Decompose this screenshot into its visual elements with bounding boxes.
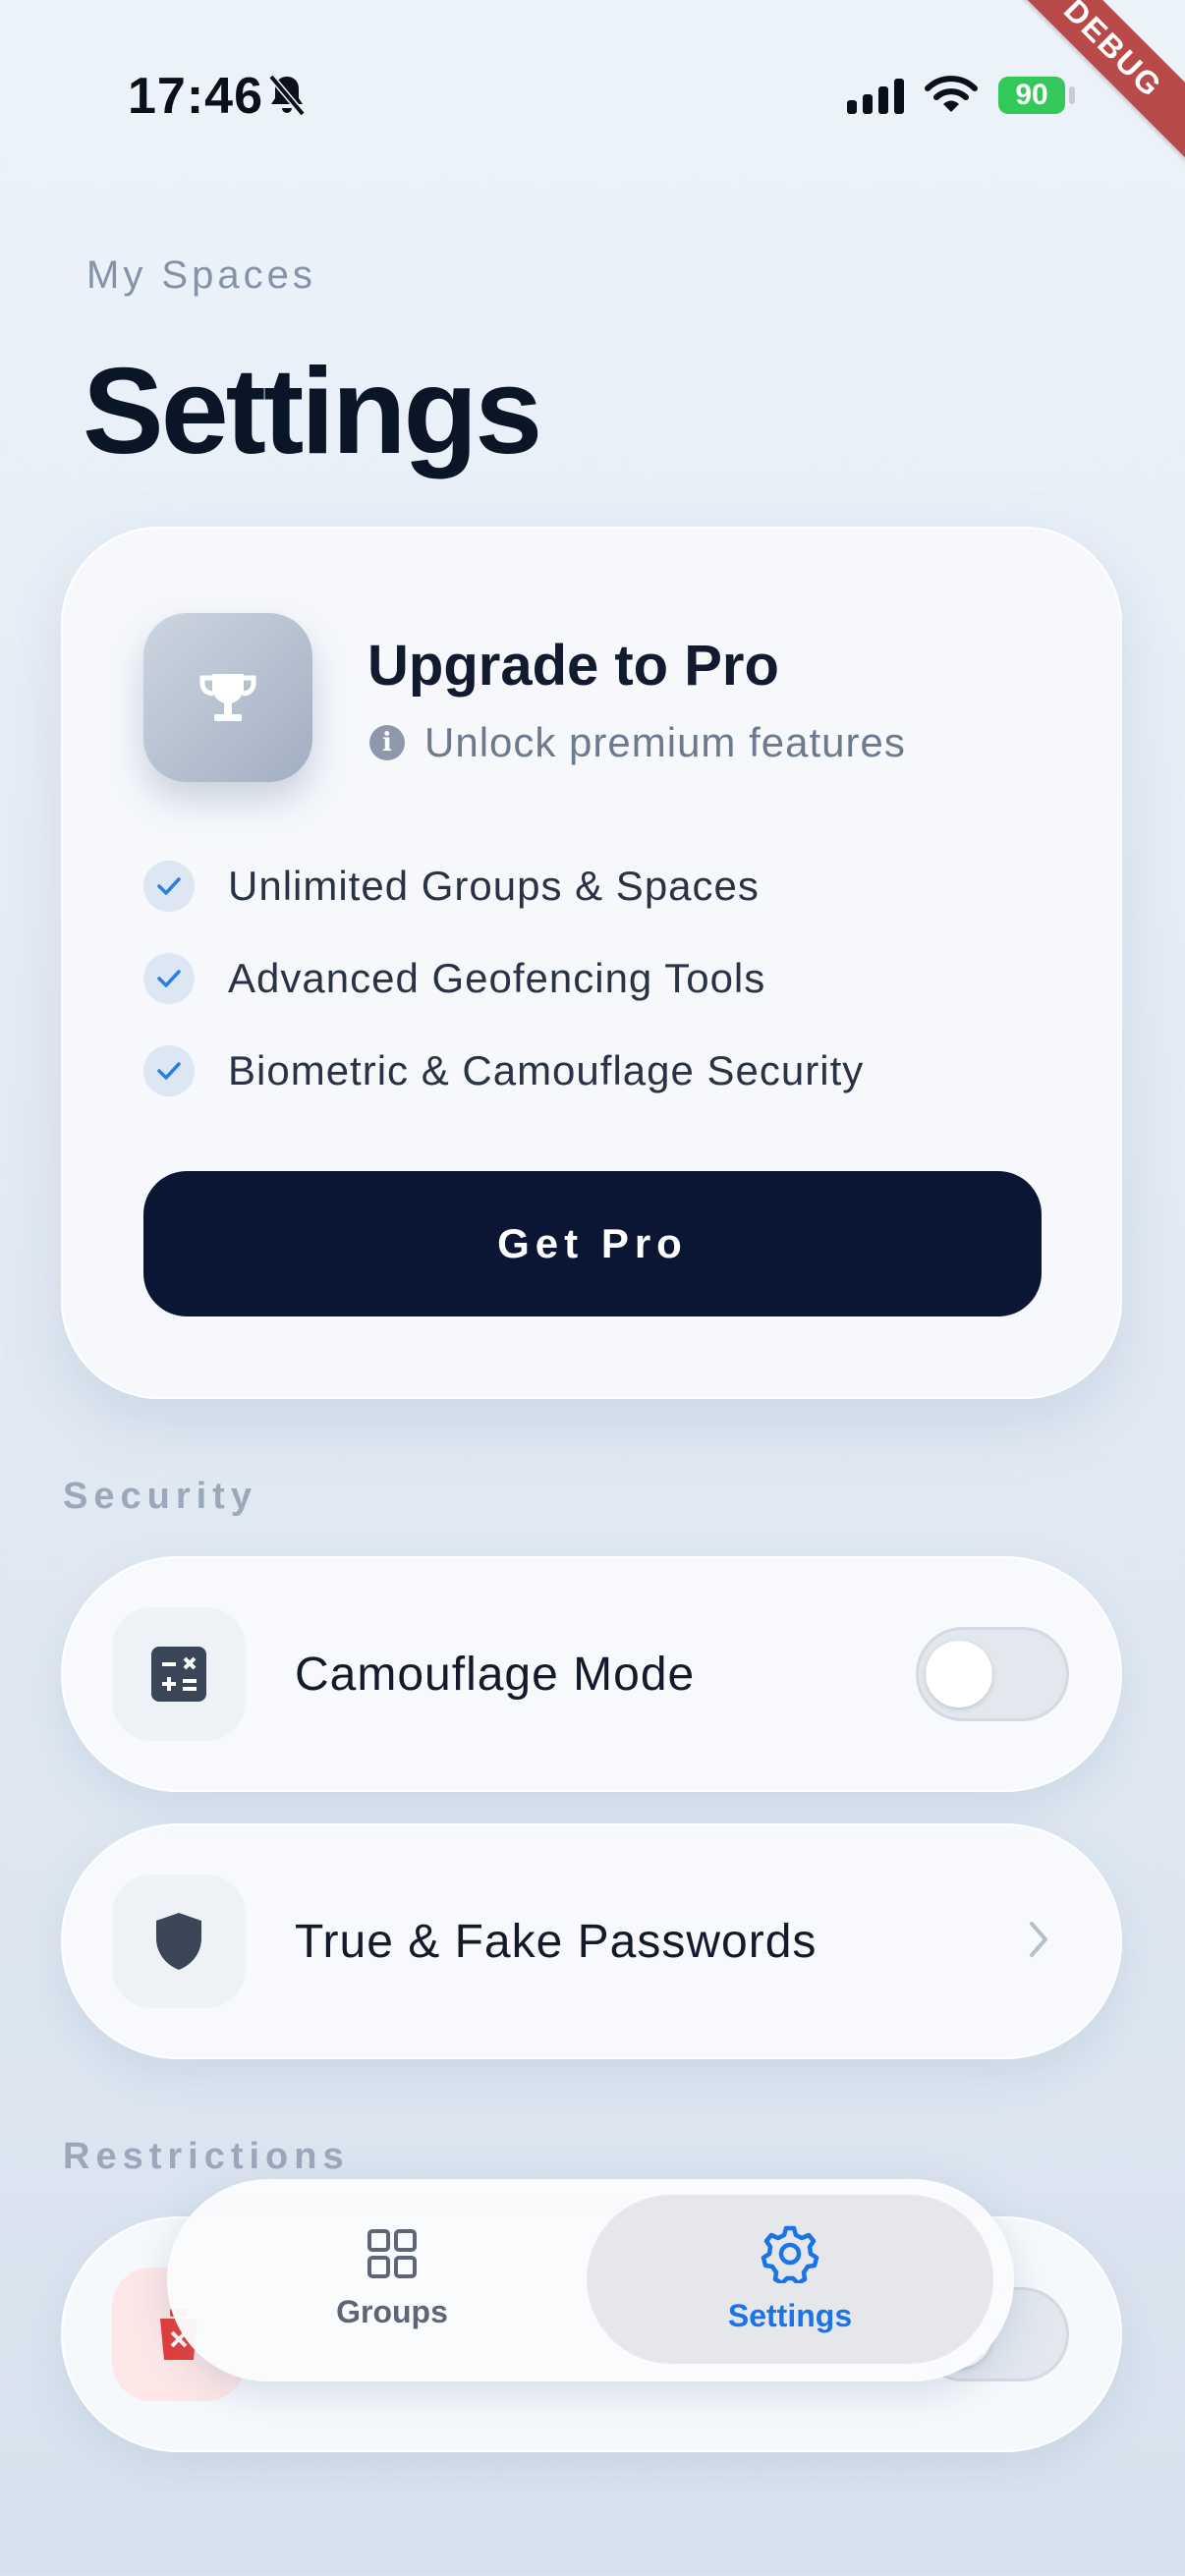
feature-label: Biometric & Camouflage Security: [228, 1047, 865, 1093]
bottom-nav: Groups Settings: [167, 2179, 1014, 2381]
battery-cap: [1069, 86, 1075, 104]
toggle-knob: [926, 1641, 992, 1708]
camouflage-mode-toggle[interactable]: [916, 1627, 1069, 1721]
upgrade-card: Upgrade to Pro i Unlock premium features…: [61, 527, 1122, 1399]
nav-label-groups: Groups: [336, 2294, 448, 2329]
nav-item-groups[interactable]: Groups: [189, 2195, 595, 2364]
nav-label-settings: Settings: [727, 2298, 853, 2333]
check-icon: [143, 1045, 195, 1096]
get-pro-button[interactable]: Get Pro: [143, 1171, 1042, 1316]
camouflage-mode-label: Camouflage Mode: [295, 1648, 696, 1701]
camouflage-mode-row[interactable]: Camouflage Mode: [61, 1556, 1122, 1792]
upgrade-title: Upgrade to Pro: [367, 634, 779, 698]
info-icon: i: [369, 725, 405, 760]
feature-item: Advanced Geofencing Tools: [143, 949, 765, 1008]
feature-item: Unlimited Groups & Spaces: [143, 857, 760, 916]
bell-muted-icon: [267, 73, 307, 123]
cellular-signal-icon: [847, 79, 908, 123]
check-icon: [143, 953, 195, 1004]
feature-label: Unlimited Groups & Spaces: [228, 863, 760, 909]
passwords-label: True & Fake Passwords: [295, 1915, 818, 1968]
wifi-icon: [924, 73, 979, 121]
upgrade-subtitle: Unlock premium features: [424, 719, 906, 765]
page-title: Settings: [83, 344, 542, 479]
feature-label: Advanced Geofencing Tools: [228, 955, 766, 1001]
feature-item: Biometric & Camouflage Security: [143, 1041, 864, 1100]
calculator-icon: [112, 1607, 246, 1741]
grid-icon: [367, 2228, 418, 2284]
passwords-row[interactable]: True & Fake Passwords: [61, 1823, 1122, 2059]
battery-indicator: 90: [998, 77, 1065, 114]
section-label-restrictions: Restrictions: [63, 2136, 350, 2177]
page-eyebrow: My Spaces: [86, 253, 316, 297]
nav-item-settings[interactable]: Settings: [587, 2195, 993, 2364]
shield-icon: [112, 1875, 246, 2008]
trophy-icon: [143, 613, 312, 782]
status-time: 17:46: [128, 68, 263, 125]
check-icon: [143, 861, 195, 912]
chevron-right-icon: [1028, 1918, 1051, 1966]
gear-icon: [761, 2224, 819, 2288]
section-label-security: Security: [63, 1476, 257, 1517]
